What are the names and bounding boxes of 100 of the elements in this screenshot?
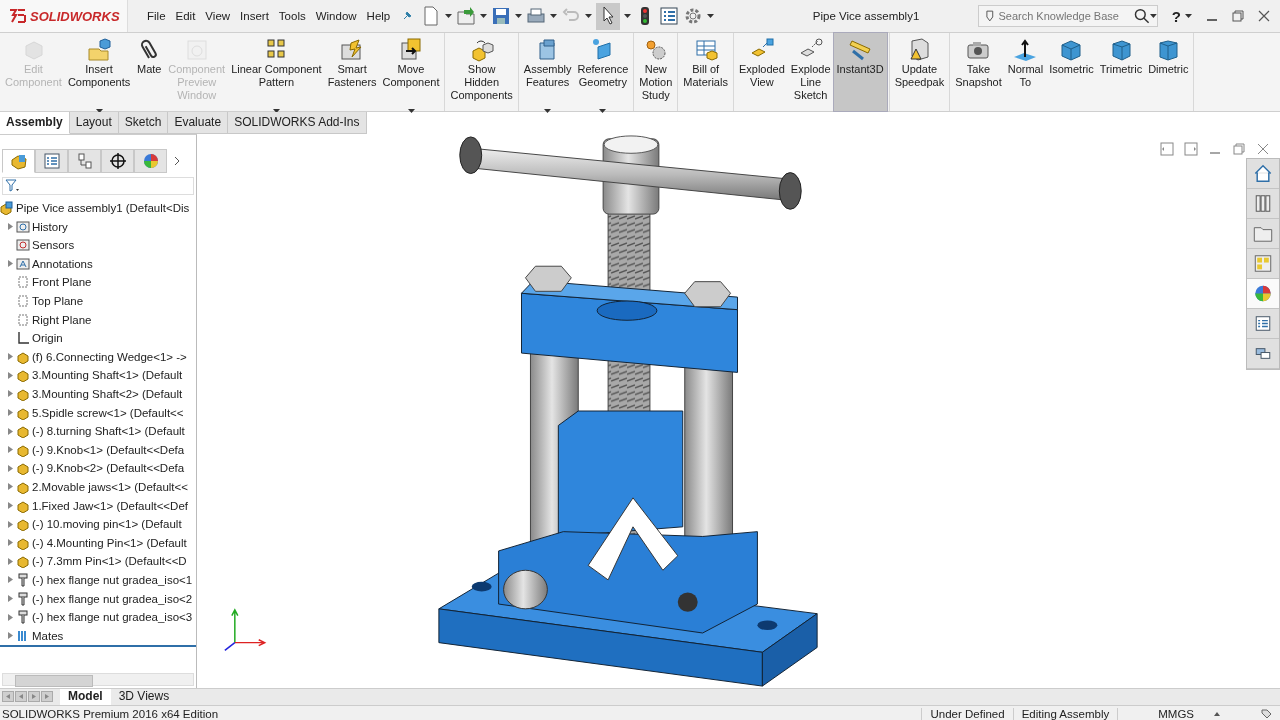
expand-arrow-icon[interactable] <box>7 390 13 398</box>
command-tab[interactable]: Sketch <box>118 112 169 134</box>
tree-item[interactable]: (-) hex flange nut gradea_iso<3 <box>32 611 193 624</box>
ribbon-button[interactable]: Move Component <box>379 33 443 111</box>
restore-icon[interactable] <box>1232 142 1246 156</box>
expand-arrow-icon[interactable] <box>7 502 13 510</box>
tree-item[interactable]: History <box>32 220 68 233</box>
tree-item[interactable]: Origin <box>32 332 63 345</box>
ribbon-button[interactable]: Smart Fasteners <box>324 33 380 111</box>
tree-item[interactable]: 2.Movable jaws<1> (Default<< <box>32 480 188 493</box>
expand-arrow-icon[interactable] <box>7 483 13 491</box>
ribbon-button[interactable]: Take Snapshot <box>952 33 1005 111</box>
close-icon[interactable] <box>1258 10 1270 22</box>
ribbon-button[interactable]: Dimetric <box>1145 33 1192 111</box>
expand-arrow-icon[interactable] <box>7 613 13 621</box>
menu-item[interactable]: Insert <box>235 8 274 24</box>
tree-item[interactable]: (-) hex flange nut gradea_iso<2 <box>32 592 193 605</box>
close-icon[interactable] <box>1256 142 1270 156</box>
ribbon-button[interactable]: Normal To <box>1004 33 1047 111</box>
help-button[interactable]: ? <box>1171 7 1181 25</box>
feature-tree-tab-icon[interactable] <box>9 152 28 170</box>
ribbon-button[interactable]: Assembly Features <box>520 33 575 111</box>
menu-item[interactable]: File <box>142 8 171 24</box>
expand-arrow-icon[interactable] <box>7 427 13 435</box>
caret-icon[interactable] <box>1150 14 1157 18</box>
tree-item[interactable]: Mates <box>32 629 64 642</box>
save-icon[interactable] <box>491 6 512 26</box>
search-field[interactable]: Search Knowledge Base <box>996 10 1135 22</box>
tree-item[interactable]: (-) 4.Mounting Pin<1> (Default <box>32 536 187 549</box>
caret-up-icon[interactable] <box>1214 712 1220 716</box>
expand-arrow-icon[interactable] <box>7 576 13 584</box>
ribbon-button[interactable]: Update Speedpak <box>891 33 948 111</box>
tree-item[interactable]: (-) hex flange nut gradea_iso<1 <box>32 573 193 586</box>
expand-arrow-icon[interactable] <box>7 520 13 528</box>
ribbon-button[interactable]: Instant3D <box>833 33 887 111</box>
caret-icon[interactable] <box>585 14 593 18</box>
ribbon-button[interactable]: Exploded View <box>735 33 788 111</box>
tree-item[interactable]: Right Plane <box>32 313 92 326</box>
configuration-tree-icon[interactable] <box>75 152 94 170</box>
caret-icon[interactable] <box>624 14 632 18</box>
property-list-icon[interactable] <box>42 152 61 170</box>
expand-arrow-icon[interactable] <box>7 371 13 379</box>
chevron-right-icon[interactable] <box>173 156 181 166</box>
crosshair-icon[interactable] <box>108 152 127 170</box>
tree-item[interactable]: 3.Mounting Shaft<2> (Default <box>32 387 183 400</box>
tree-item[interactable]: Top Plane <box>32 295 84 307</box>
panel-right-icon[interactable] <box>1184 142 1198 156</box>
command-tab[interactable]: Layout <box>69 112 119 134</box>
ribbon-button[interactable]: Show Hidden Components <box>447 33 516 111</box>
model-tab[interactable]: 3D Views <box>110 689 178 705</box>
command-tab[interactable]: Evaluate <box>168 112 229 134</box>
caret-icon[interactable] <box>445 14 453 18</box>
menu-item[interactable]: Help <box>361 8 396 24</box>
filter-icon[interactable] <box>5 179 19 193</box>
expand-arrow-icon[interactable] <box>7 557 13 565</box>
ribbon-button[interactable]: Reference Geometry <box>574 33 632 111</box>
tree-item[interactable]: (-) 8.turning Shaft<1> (Default <box>32 425 185 438</box>
ribbon-button[interactable]: Isometric <box>1046 33 1097 111</box>
expand-arrow-icon[interactable] <box>7 446 13 454</box>
expand-arrow-icon[interactable] <box>7 595 13 602</box>
tree-item[interactable]: 3.Mounting Shaft<1> (Default <box>32 369 183 382</box>
ribbon-button[interactable]: Linear Component Pattern <box>228 33 325 111</box>
menu-item[interactable]: View <box>200 8 236 24</box>
ribbon-button[interactable]: Trimetric <box>1096 33 1146 111</box>
expand-arrow-icon[interactable] <box>7 632 13 640</box>
tree-item[interactable]: Sensors <box>32 239 75 252</box>
pin-icon[interactable] <box>401 10 414 22</box>
tree-item[interactable]: Annotations <box>32 257 93 270</box>
ribbon-button[interactable]: Mate <box>133 33 166 111</box>
ribbon-button[interactable]: New Motion Study <box>636 33 676 111</box>
tree-item[interactable]: 5.Spidle screw<1> (Default<< <box>32 406 184 419</box>
restore-icon[interactable] <box>1232 10 1244 22</box>
tree-item[interactable]: (-) 7.3mm Pin<1> (Default<<D <box>32 555 187 568</box>
panel-left-icon[interactable] <box>1160 142 1174 156</box>
ribbon-button[interactable]: Insert Components <box>64 33 134 111</box>
expand-arrow-icon[interactable] <box>7 223 13 231</box>
appearance-ball-icon[interactable] <box>141 152 160 170</box>
tree-item[interactable]: Front Plane <box>32 276 92 289</box>
tree-item[interactable]: (-) 10.moving pin<1> (Default <box>32 518 182 531</box>
caret-icon[interactable] <box>515 14 523 18</box>
command-tab[interactable]: SOLIDWORKS Add-Ins <box>228 112 367 134</box>
tree-item[interactable]: (f) 6.Connecting Wedge<1> -> <box>32 350 187 363</box>
expand-arrow-icon[interactable] <box>7 409 13 417</box>
units-text[interactable]: MMGS <box>1117 708 1214 720</box>
tree-item[interactable]: (-) 9.Knob<1> (Default<<Defa <box>32 443 185 456</box>
caret-icon[interactable] <box>707 14 715 18</box>
menu-item[interactable]: Window <box>310 8 362 24</box>
caret-icon[interactable] <box>550 14 558 18</box>
expand-arrow-icon[interactable] <box>7 353 13 361</box>
ribbon-button[interactable]: Explode Line Sketch <box>787 33 834 111</box>
ribbon-button[interactable]: Bill of Materials <box>680 33 731 111</box>
expand-arrow-icon[interactable] <box>7 464 13 472</box>
model-tab[interactable]: Model <box>60 689 111 705</box>
tree-item[interactable]: Pipe Vice assembly1 (Default<Dis <box>16 202 190 215</box>
list-icon[interactable] <box>659 6 680 26</box>
horizontal-scrollbar[interactable] <box>2 673 194 686</box>
expand-arrow-icon[interactable] <box>7 260 13 268</box>
tag-icon[interactable] <box>1260 708 1272 720</box>
tree-item[interactable]: 1.Fixed Jaw<1> (Default<<Def <box>32 499 188 512</box>
tree-item[interactable]: (-) 9.Knob<2> (Default<<Defa <box>32 462 185 475</box>
